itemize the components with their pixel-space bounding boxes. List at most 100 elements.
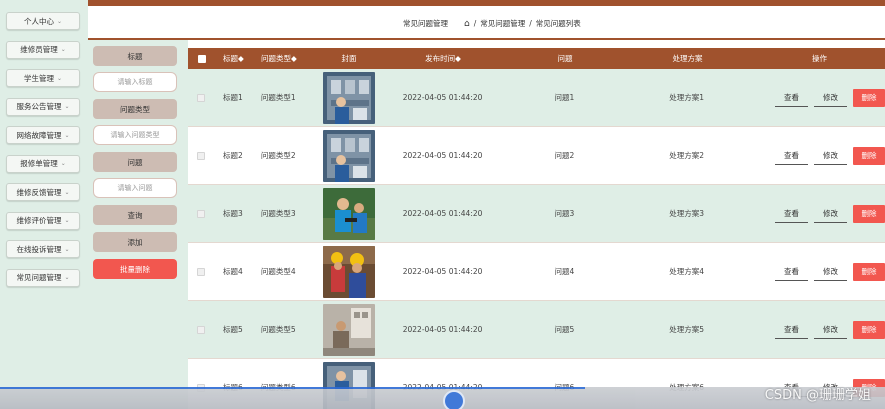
cell-solution: 处理方案1 [669, 93, 705, 102]
cover-image[interactable] [322, 187, 375, 240]
sidebar: 个人中心 ⌄ 维修员管理 ⌄ 学生管理 ⌄ 服务公告管理 ⌄ 网络故障管理 ⌄ 报修单管理… [0, 0, 88, 409]
row-checkbox[interactable] [197, 267, 206, 276]
question-label: 问题 [93, 152, 177, 172]
edit-button[interactable]: 修改 [814, 147, 848, 165]
table-row: 标题3 问题类型3 2022-04-05 01:44:20 问题3 处理方案3 … [188, 185, 885, 243]
chevron-down-icon: ⌄ [64, 245, 70, 253]
batch-delete-button[interactable]: 批量删除 [93, 259, 177, 279]
row-checkbox[interactable] [197, 93, 206, 102]
query-button[interactable]: 查询 [93, 205, 177, 225]
cell-time: 2022-04-05 01:44:20 [402, 325, 483, 334]
row-actions: 查看 修改 删除 [753, 262, 885, 281]
chevron-down-icon: ⌄ [64, 103, 70, 110]
row-actions: 查看 修改 删除 [753, 88, 885, 107]
watermark: CSDN @珊珊学姐 [764, 388, 871, 403]
cell-type: 问题类型1 [260, 93, 296, 102]
cell-type: 问题类型5 [260, 325, 296, 334]
view-button[interactable]: 查看 [775, 147, 809, 165]
breadcrumb-item: 常见问题列表 [535, 19, 581, 28]
type-label: 问题类型 [93, 99, 177, 119]
delete-button[interactable]: 删除 [853, 320, 885, 339]
row-checkbox[interactable] [197, 151, 206, 160]
header-time[interactable]: 发布时间◆ [377, 53, 509, 64]
play-icon[interactable] [443, 390, 465, 409]
cell-solution: 处理方案5 [669, 325, 705, 334]
header-type[interactable]: 问题类型◆ [253, 53, 321, 64]
top-header: 常见问题管理 ⌂ / 常见问题管理 / 常见问题列表 [88, 0, 885, 40]
chevron-down-icon: ⌄ [64, 217, 70, 224]
sidebar-item-label: 个人中心 [23, 16, 54, 26]
view-button[interactable]: 查看 [775, 263, 809, 281]
cell-solution: 处理方案4 [669, 267, 705, 276]
cell-cover [321, 245, 377, 298]
sidebar-item-students[interactable]: 学生管理 ⌄ [6, 69, 80, 87]
header-question: 问题 [557, 54, 573, 63]
delete-button[interactable]: 删除 [853, 204, 885, 223]
cover-image[interactable] [322, 71, 375, 124]
sidebar-item-repair-reviews[interactable]: 维修评价管理 ⌄ [6, 211, 80, 230]
chevron-down-icon: ⌄ [64, 131, 70, 139]
crumb-separator: / [473, 19, 477, 28]
row-checkbox[interactable] [197, 325, 206, 334]
select-all-checkbox[interactable] [197, 54, 206, 63]
header-title[interactable]: 标题◆ [215, 53, 253, 64]
cell-cover [321, 303, 377, 356]
cell-type: 问题类型2 [260, 151, 296, 160]
cover-image[interactable] [322, 245, 375, 298]
view-button[interactable]: 查看 [775, 321, 809, 339]
cover-image[interactable] [322, 129, 375, 182]
delete-button[interactable]: 删除 [853, 262, 885, 281]
search-panel: 标题 问题类型 问题 查询 添加 批量删除 [88, 40, 188, 409]
chevron-down-icon: ⌄ [56, 74, 63, 82]
sidebar-item-faq[interactable]: 常见问题管理 ⌄ [6, 268, 80, 287]
cell-question: 问题2 [554, 151, 575, 160]
cell-type: 问题类型3 [260, 209, 296, 218]
cell-solution: 处理方案2 [669, 151, 705, 160]
add-button[interactable]: 添加 [93, 232, 177, 252]
cell-solution: 处理方案3 [669, 209, 705, 218]
sidebar-item-repair-feedback[interactable]: 维修反馈管理 ⌄ [6, 183, 80, 201]
home-icon[interactable]: ⌂ [464, 19, 470, 29]
title-label: 标题 [93, 46, 177, 66]
question-input[interactable] [93, 178, 177, 198]
cover-image[interactable] [322, 303, 375, 356]
row-checkbox[interactable] [197, 209, 206, 218]
row-checkbox-cell [188, 151, 215, 160]
edit-button[interactable]: 修改 [814, 263, 848, 281]
cell-time: 2022-04-05 01:44:20 [402, 151, 483, 160]
sidebar-item-label: 在线投诉管理 [16, 244, 62, 254]
view-button[interactable]: 查看 [775, 205, 809, 223]
cell-title: 标题5 [222, 325, 243, 334]
row-checkbox-cell [188, 93, 215, 102]
header-solution: 处理方案 [672, 54, 703, 63]
section-title: 常见问题管理 [403, 19, 448, 28]
header-ops: 操作 [812, 54, 827, 63]
table-header: 标题◆ 问题类型◆ 封面 发布时间◆ 问题 处理方案 操作 [188, 48, 885, 69]
sidebar-item-personal-center[interactable]: 个人中心 ⌄ [6, 12, 80, 30]
chevron-down-icon: ⌄ [64, 274, 70, 281]
cell-question: 问题3 [554, 209, 575, 218]
sidebar-item-complaints[interactable]: 在线投诉管理 ⌄ [6, 240, 80, 258]
delete-button[interactable]: 删除 [853, 146, 885, 165]
row-actions: 查看 修改 删除 [753, 146, 885, 165]
row-checkbox-cell [188, 267, 215, 276]
edit-button[interactable]: 修改 [814, 205, 848, 223]
row-actions: 查看 修改 删除 [753, 320, 885, 339]
sidebar-item-label: 服务公告管理 [16, 102, 62, 111]
player-control-bar [0, 387, 885, 409]
edit-button[interactable]: 修改 [814, 321, 848, 339]
delete-button[interactable]: 删除 [853, 88, 885, 107]
sidebar-item-network-faults[interactable]: 网络故障管理 ⌄ [6, 126, 80, 144]
sidebar-item-announcements[interactable]: 服务公告管理 ⌄ [6, 97, 80, 116]
sidebar-item-repair-orders[interactable]: 报修单管理 ⌄ [6, 154, 80, 173]
title-input[interactable] [93, 72, 177, 92]
sidebar-item-repairman[interactable]: 维修员管理 ⌄ [6, 40, 80, 59]
edit-button[interactable]: 修改 [814, 89, 848, 107]
view-button[interactable]: 查看 [775, 89, 809, 107]
select-all-cell [188, 54, 215, 63]
type-input[interactable] [93, 125, 177, 145]
sidebar-item-label: 维修员管理 [20, 45, 58, 54]
breadcrumb-item[interactable]: 常见问题管理 [480, 18, 525, 29]
chevron-down-icon: ⌄ [56, 17, 63, 25]
progress-line[interactable] [0, 387, 585, 389]
